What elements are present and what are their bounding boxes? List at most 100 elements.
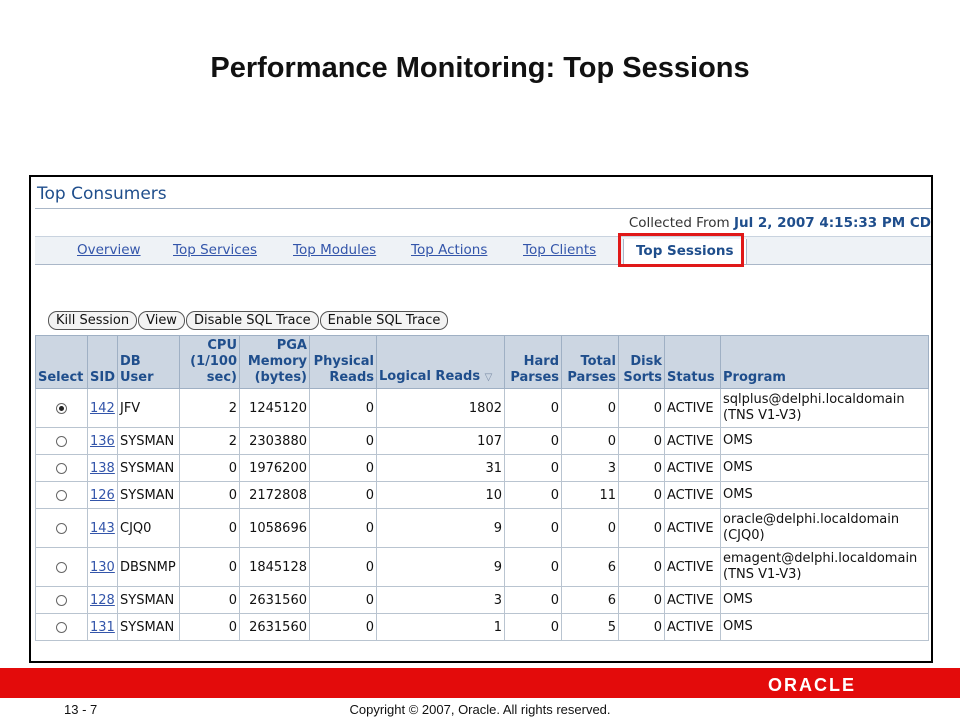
kill-session-button[interactable]: Kill Session: [48, 311, 138, 330]
col-pga[interactable]: PGA Memory (bytes): [239, 335, 310, 389]
panel-title: Top Consumers: [37, 184, 167, 204]
pga-cell: 1845128: [239, 547, 310, 587]
select-cell: [35, 508, 88, 548]
table-body: 142 JFV 2 1245120 0 1802 0 0 0 ACTIVE sq…: [35, 388, 929, 641]
col-cpu[interactable]: CPU (1/100 sec): [179, 335, 240, 389]
logical-reads-cell: 1802: [376, 388, 505, 428]
total-parses-cell: 0: [561, 508, 619, 548]
slide-title: Performance Monitoring: Top Sessions: [210, 52, 750, 84]
select-radio[interactable]: [56, 594, 67, 606]
disk-sorts-cell: 0: [618, 613, 665, 641]
table-row: 128 SYSMAN 0 2631560 0 3 0 6 0 ACTIVE OM…: [35, 586, 929, 614]
sort-descending-icon[interactable]: ▽: [485, 372, 493, 383]
cpu-cell: 0: [179, 586, 240, 614]
hard-parses-cell: 0: [504, 586, 562, 614]
physical-reads-cell: 0: [309, 613, 377, 641]
hard-parses-cell: 0: [504, 454, 562, 482]
table-row: 131 SYSMAN 0 2631560 0 1 0 5 0 ACTIVE OM…: [35, 613, 929, 641]
sid-link[interactable]: 142: [90, 401, 115, 416]
hard-parses-cell: 0: [504, 508, 562, 548]
copyright: Copyright © 2007, Oracle. All rights res…: [349, 702, 611, 717]
tab-top-services[interactable]: Top Services: [173, 242, 257, 258]
sid-link[interactable]: 143: [90, 521, 115, 536]
table-row: 136 SYSMAN 2 2303880 0 107 0 0 0 ACTIVE …: [35, 427, 929, 455]
action-buttons: Kill Session View Disable SQL Trace Enab…: [48, 311, 449, 330]
col-sid[interactable]: SID: [87, 335, 118, 389]
view-button[interactable]: View: [138, 311, 185, 330]
sid-link[interactable]: 131: [90, 620, 115, 635]
sid-cell: 131: [87, 613, 118, 641]
col-status[interactable]: Status: [664, 335, 721, 389]
col-select: Select: [35, 335, 88, 389]
col-total-parses[interactable]: Total Parses: [561, 335, 619, 389]
table-row: 142 JFV 2 1245120 0 1802 0 0 0 ACTIVE sq…: [35, 388, 929, 428]
physical-reads-cell: 0: [309, 388, 377, 428]
select-cell: [35, 481, 88, 509]
select-cell: [35, 613, 88, 641]
physical-reads-cell: 0: [309, 508, 377, 548]
tab-bar: Overview Top Services Top Modules Top Ac…: [35, 236, 931, 265]
col-db-user[interactable]: DB User: [117, 335, 180, 389]
logical-reads-cell: 9: [376, 547, 505, 587]
total-parses-cell: 6: [561, 586, 619, 614]
program-cell: OMS: [720, 427, 929, 455]
collected-value: Jul 2, 2007 4:15:33 PM CD: [733, 215, 931, 231]
sid-link[interactable]: 128: [90, 593, 115, 608]
tab-overview[interactable]: Overview: [77, 242, 141, 258]
tab-top-modules[interactable]: Top Modules: [293, 242, 376, 258]
sid-link[interactable]: 136: [90, 434, 115, 449]
pga-cell: 2631560: [239, 613, 310, 641]
db-user-cell: SYSMAN: [117, 427, 180, 455]
db-user-cell: SYSMAN: [117, 613, 180, 641]
sid-cell: 126: [87, 481, 118, 509]
logical-reads-cell: 31: [376, 454, 505, 482]
cpu-cell: 0: [179, 547, 240, 587]
disk-sorts-cell: 0: [618, 508, 665, 548]
select-radio[interactable]: [56, 435, 67, 447]
tab-top-clients[interactable]: Top Clients: [523, 242, 596, 258]
total-parses-cell: 5: [561, 613, 619, 641]
db-user-cell: SYSMAN: [117, 454, 180, 482]
disk-sorts-cell: 0: [618, 481, 665, 509]
hard-parses-cell: 0: [504, 547, 562, 587]
sid-link[interactable]: 138: [90, 461, 115, 476]
select-radio[interactable]: [56, 462, 67, 474]
col-physical-reads[interactable]: Physical Reads: [309, 335, 377, 389]
select-radio[interactable]: [56, 489, 67, 501]
status-cell: ACTIVE: [664, 547, 721, 587]
db-user-cell: SYSMAN: [117, 586, 180, 614]
sid-link[interactable]: 126: [90, 488, 115, 503]
sid-cell: 128: [87, 586, 118, 614]
logical-reads-cell: 1: [376, 613, 505, 641]
sid-cell: 130: [87, 547, 118, 587]
sid-link[interactable]: 130: [90, 560, 115, 575]
disable-sql-trace-button[interactable]: Disable SQL Trace: [185, 311, 319, 330]
status-cell: ACTIVE: [664, 586, 721, 614]
program-cell: OMS: [720, 481, 929, 509]
tab-top-sessions[interactable]: Top Sessions: [623, 239, 747, 264]
physical-reads-cell: 0: [309, 586, 377, 614]
col-program[interactable]: Program: [720, 335, 929, 389]
db-user-cell: DBSNMP: [117, 547, 180, 587]
tab-top-actions[interactable]: Top Actions: [411, 242, 487, 258]
col-disk-sorts[interactable]: Disk Sorts: [618, 335, 665, 389]
sid-cell: 136: [87, 427, 118, 455]
select-radio[interactable]: [56, 402, 67, 414]
collected-label: Collected From: [628, 215, 730, 231]
enable-sql-trace-button[interactable]: Enable SQL Trace: [319, 311, 449, 330]
table-header-row: Select SID DB User CPU (1/100 sec) PGA M…: [35, 335, 929, 389]
collected-from: Collected From Jul 2, 2007 4:15:33 PM CD: [629, 215, 931, 231]
status-cell: ACTIVE: [664, 388, 721, 428]
col-logical-reads[interactable]: Logical Reads ▽: [376, 335, 505, 389]
table-row: 130 DBSNMP 0 1845128 0 9 0 6 0 ACTIVE em…: [35, 547, 929, 587]
pga-cell: 2631560: [239, 586, 310, 614]
sid-cell: 143: [87, 508, 118, 548]
col-hard-parses[interactable]: Hard Parses: [504, 335, 562, 389]
select-cell: [35, 427, 88, 455]
physical-reads-cell: 0: [309, 454, 377, 482]
program-cell: OMS: [720, 586, 929, 614]
program-cell: OMS: [720, 613, 929, 641]
select-radio[interactable]: [56, 561, 67, 573]
select-radio[interactable]: [56, 621, 67, 633]
select-radio[interactable]: [56, 522, 67, 534]
